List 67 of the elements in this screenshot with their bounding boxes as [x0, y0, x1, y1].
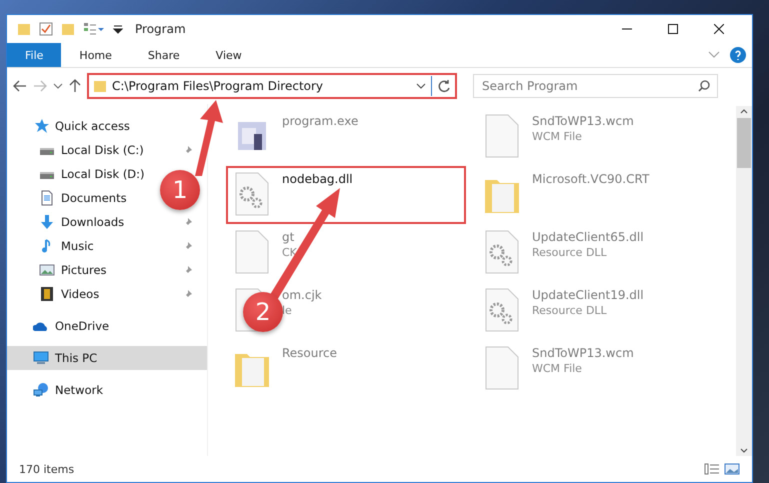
back-icon[interactable] [13, 80, 27, 92]
address-field[interactable]: C:\Program Files\Program Directory [87, 73, 457, 99]
file-name: SndToWP13.wcm [532, 114, 634, 128]
expand-ribbon-icon[interactable] [708, 51, 720, 59]
item-count: 170 items [19, 462, 74, 476]
sidebar-item[interactable]: Downloads [39, 210, 124, 234]
recent-caret-icon[interactable] [53, 82, 63, 90]
file-name: Resource [282, 346, 338, 360]
gear-file-icon [484, 288, 520, 332]
search-field[interactable]: Search Program [473, 74, 718, 98]
sidebar-item[interactable]: Quick access [33, 114, 130, 138]
file-name: UpdateClient65.dll [532, 230, 644, 244]
file-name: om.cjk [282, 288, 322, 302]
download-icon [39, 214, 55, 230]
highlighted-file-tile[interactable]: nodebag.dll [226, 166, 466, 224]
gear-file-icon [484, 230, 520, 274]
ribbon-tab[interactable]: View [198, 43, 260, 67]
refresh-icon[interactable] [437, 79, 451, 93]
network-icon [33, 382, 49, 398]
help-icon[interactable] [730, 47, 746, 63]
folder-icon [93, 79, 107, 93]
scrollbar[interactable] [736, 106, 752, 456]
sidebar-item[interactable]: Music [39, 234, 94, 258]
ribbon-tab[interactable]: Share [130, 43, 198, 67]
customize-caret-icon[interactable] [113, 24, 123, 34]
folder-icon [17, 22, 31, 36]
file-icon [484, 346, 520, 390]
file-tab[interactable]: File [7, 43, 62, 67]
sidebar-item[interactable]: Pictures [39, 258, 107, 282]
view-menu-icon[interactable] [83, 22, 105, 36]
file-type: WCM File [532, 362, 583, 375]
maximize-icon[interactable] [668, 24, 678, 34]
document-icon [39, 190, 55, 206]
file-icon [234, 230, 270, 274]
sidebar-item[interactable]: Network [33, 378, 104, 402]
sidebar-item[interactable]: Local Disk (C:) [39, 138, 144, 162]
sidebar-item[interactable]: Documents [39, 186, 127, 210]
file-type: Resource DLL [532, 246, 608, 259]
file-type: Resource DLL [532, 304, 608, 317]
file-name: gt [282, 230, 296, 244]
search-icon [698, 80, 710, 92]
sidebar-item[interactable]: OneDrive [33, 314, 110, 338]
details-view-icon[interactable] [704, 463, 720, 475]
sidebar-item[interactable]: Videos [39, 282, 100, 306]
file-name: nodebag.dll [282, 172, 353, 186]
file-icon [484, 114, 520, 158]
address-path: C:\Program Files\Program Directory [112, 79, 324, 93]
scroll-thumb[interactable] [737, 118, 751, 168]
dropdown-caret-icon[interactable] [416, 82, 426, 90]
close-icon[interactable] [714, 24, 724, 34]
sidebar-item[interactable]: Local Disk (D:) [39, 162, 145, 186]
file-name: Microsoft.VC90.CRT [532, 172, 650, 186]
picture-icon [39, 262, 55, 278]
up-icon[interactable] [69, 79, 81, 93]
file-type: le [282, 304, 293, 317]
ribbon-tab[interactable]: Home [61, 43, 130, 67]
file-type: WCM File [532, 130, 583, 143]
file-name: UpdateClient19.dll [532, 288, 644, 302]
file-name: SndToWP13.wcm [532, 346, 634, 360]
properties-icon[interactable] [39, 22, 53, 36]
film-icon [39, 286, 55, 302]
thumbnail-view-icon[interactable] [724, 463, 740, 475]
file-name: program.exe [282, 114, 358, 128]
monitor-icon [33, 350, 49, 366]
window-title: Program [135, 22, 186, 36]
gear-file-icon [234, 172, 270, 216]
star-icon [33, 118, 49, 134]
